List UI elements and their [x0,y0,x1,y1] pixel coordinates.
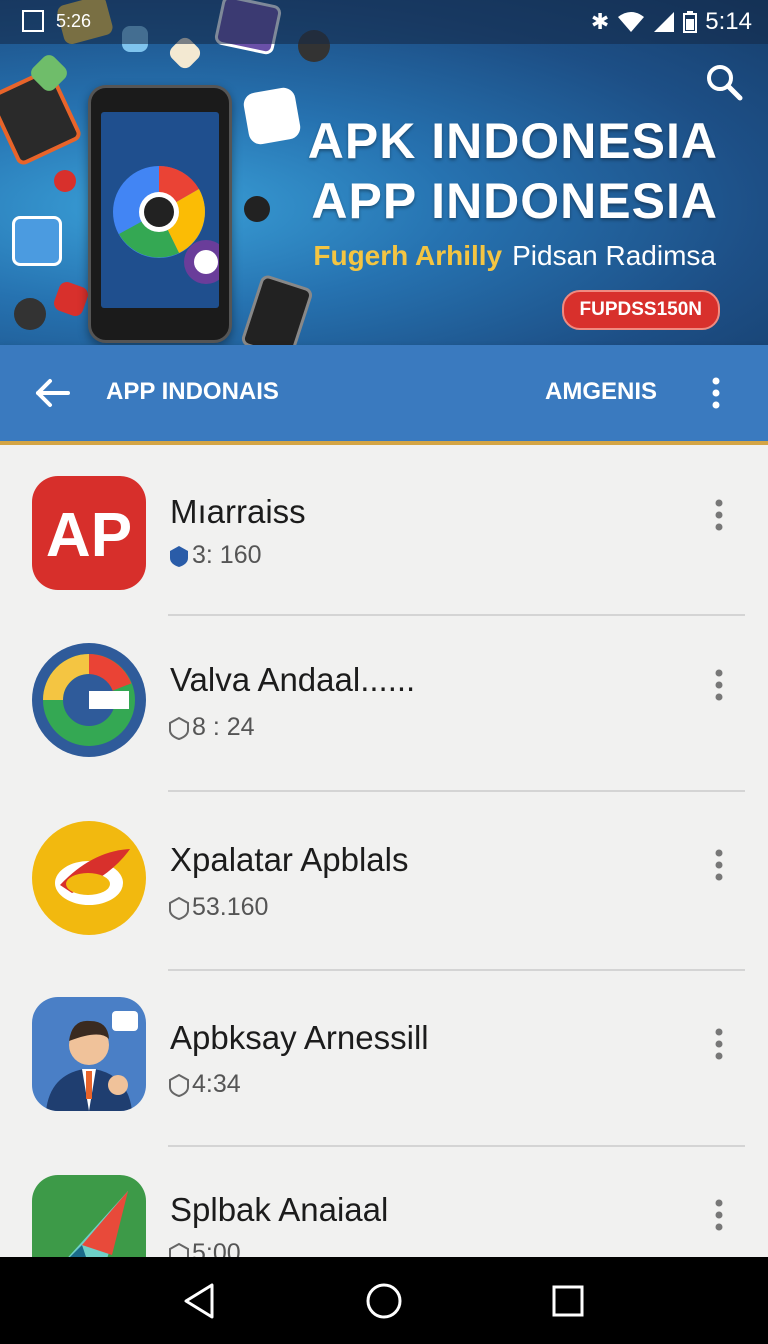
app-meta-text: 5:00 [192,1239,241,1257]
nav-recents-icon[interactable] [546,1279,590,1323]
shield-outline-icon [169,716,189,740]
shield-outline-icon [169,896,189,920]
notification-icon [22,10,44,32]
app-meta: 3: 160 [168,541,262,570]
phone-illustration [88,85,232,343]
floating-app-icon [241,85,303,147]
list-item[interactable]: Valva Andaal...... 8 : 24 [0,621,768,797]
banner-subtitle: Fugerh Arhilly Pidsan Radimsa [313,240,716,272]
system-nav-bar [0,1257,768,1344]
more-vert-icon[interactable] [706,847,732,883]
arrow-icon [32,1175,146,1257]
header-banner: 5:26 ✱ 5:14 APK INDONESIA APP INDONESIA … [0,0,768,345]
app-meta: 53.160 [168,893,268,922]
app-meta-text: 4:34 [192,1070,241,1098]
more-vert-icon[interactable] [706,1026,732,1062]
banner-subtitle-text: Pidsan Radimsa [512,240,716,271]
status-left-text: 5:26 [56,10,92,31]
app-meta-text: 3: 160 [192,541,262,569]
more-vert-icon[interactable] [706,667,732,703]
app-meta-text: 53.160 [192,893,269,921]
app-name: Xpalatar Apblals [170,841,409,878]
banner-title-line1: APK INDONESIA [307,113,718,169]
app-list: AP Mıarraiss 3: 160 Valva Andaal...... 8… [0,445,768,1257]
divider [168,790,745,792]
shield-icon [170,545,188,567]
search-icon[interactable] [704,62,744,102]
divider [168,614,745,616]
bluetooth-icon: ✱ [590,9,610,34]
wifi-icon [618,12,645,32]
app-bar: APP INDONAIS AMGENIS [0,345,768,445]
divider [168,1145,745,1147]
battery-icon [683,11,698,33]
app-bar-action-button[interactable]: AMGENIS [545,378,657,406]
app-meta: 5:00 [168,1239,241,1257]
more-vert-icon[interactable] [706,497,732,533]
g-icon [32,643,146,757]
floating-app-icon [239,273,315,345]
banner-title-line2: APP INDONESIA [311,173,718,229]
svg-text:AP: AP [46,501,132,570]
banner-subtitle-accent: Fugerh Arhilly [313,240,503,271]
feather-icon [32,821,146,935]
ap-icon: AP [32,476,146,590]
app-bar-title: APP INDONAIS [106,378,279,405]
shield-outline-icon [169,1242,189,1257]
shield-outline-icon [169,1073,189,1097]
app-meta-text: 8 : 24 [192,713,255,741]
app-name: Valva Andaal...... [170,661,416,698]
list-item[interactable]: Splbak Anaiaal 5:00 [0,1151,768,1257]
back-arrow-icon[interactable] [32,373,72,413]
more-vert-icon[interactable] [706,1197,732,1233]
app-meta: 4:34 [168,1070,241,1099]
clock: 5:14 [705,8,752,35]
floating-app-icon [12,216,62,266]
list-item[interactable]: AP Mıarraiss 3: 160 [0,445,768,621]
floating-app-icon [51,279,91,319]
divider [168,969,745,971]
businessman-icon [32,997,146,1111]
floating-app-icon [54,170,76,192]
nav-back-icon[interactable] [178,1279,222,1323]
app-name: Apbksay Arnessill [170,1019,429,1056]
app-meta: 8 : 24 [168,713,255,742]
floating-app-icon [14,298,46,330]
app-name: Mıarraiss [170,493,306,530]
nav-home-icon[interactable] [362,1279,406,1323]
list-item[interactable]: Xpalatar Apblals 53.160 [0,797,768,973]
signal-icon [654,12,675,32]
more-vert-icon[interactable] [700,373,732,413]
app-name: Splbak Anaiaal [170,1191,389,1228]
floating-app-icon [244,196,270,222]
status-bar: 5:26 ✱ 5:14 [0,0,768,44]
banner-badge-button[interactable]: FUPDSS150N [561,290,720,330]
list-item[interactable]: Apbksay Arnessill 4:34 [0,975,768,1151]
